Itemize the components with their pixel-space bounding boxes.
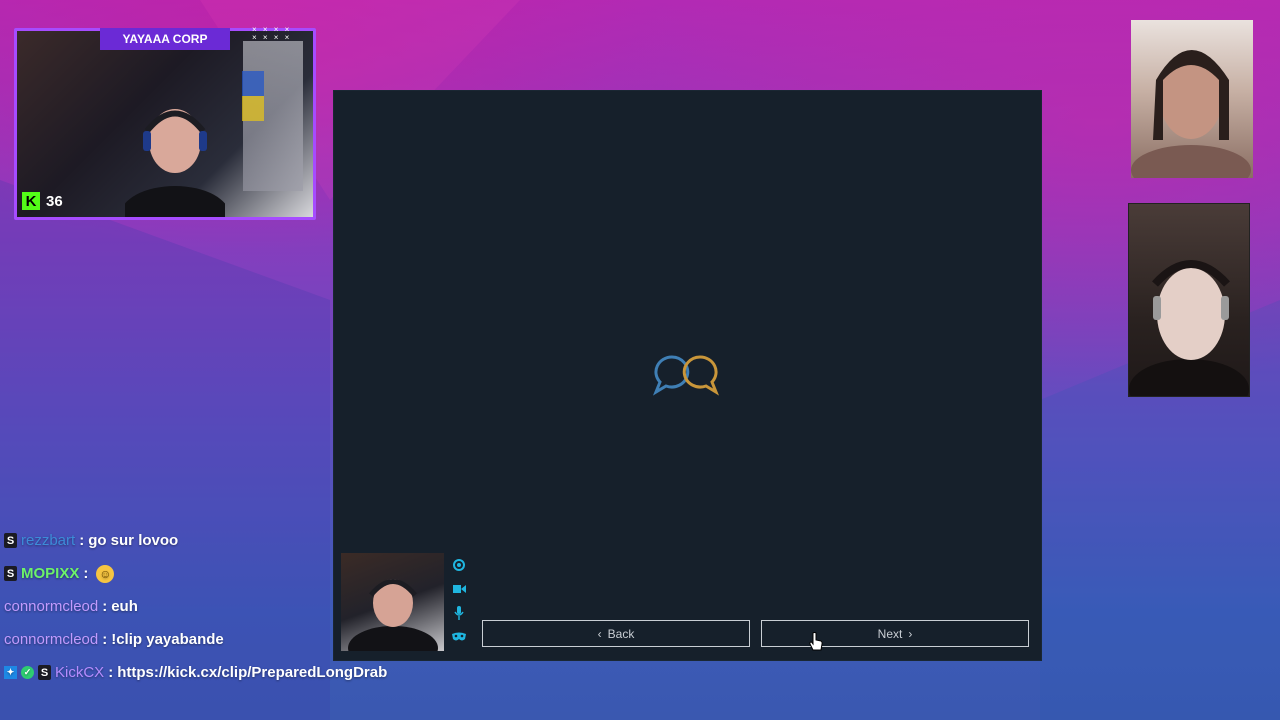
chat-message: ✦ ✓ S KickCX : https://kick.cx/clip/Prep… [4, 656, 387, 689]
woman-figure [1131, 50, 1251, 178]
chat-message: connormcleod : euh [4, 590, 387, 623]
video-tile-man [1128, 203, 1250, 397]
man-figure [1129, 260, 1249, 396]
chat-username: MOPIXX [21, 565, 80, 582]
chat-separator: : [79, 532, 85, 549]
video-chat-window: ‹ Back Next › [334, 91, 1041, 660]
kick-follower-badge: K 36 [22, 192, 63, 210]
back-label: Back [607, 626, 635, 641]
overlay-title: YAYAAA CORP [100, 28, 230, 50]
hand-cursor-icon [809, 632, 823, 651]
back-button[interactable]: ‹ Back [482, 620, 750, 647]
mask-icon[interactable] [451, 629, 467, 645]
next-button[interactable]: Next › [761, 620, 1029, 647]
streamer-figure [125, 109, 225, 217]
bot-tool-badge-icon: ✦ [4, 666, 17, 679]
chat-text: euh [111, 598, 138, 615]
chat-username: rezzbart [21, 532, 76, 549]
subscriber-badge-icon: S [4, 533, 17, 548]
chat-text: !clip yayabande [111, 631, 224, 648]
video-tile-woman [1131, 20, 1253, 178]
microphone-icon[interactable] [451, 605, 467, 621]
chat-separator: : [108, 664, 114, 681]
chat-username: KickCX [55, 664, 105, 681]
chat-overlay: S rezzbart : go sur lovoo S MOPIXX : ☺ c… [4, 524, 387, 689]
video-camera-icon[interactable] [451, 581, 467, 597]
kick-logo-icon: K [22, 192, 40, 210]
chat-separator: : [102, 631, 108, 648]
chevron-left-icon: ‹ [597, 626, 602, 641]
chat-message: connormcleod : !clip yayabande [4, 623, 387, 656]
chat-username: connormcleod [4, 631, 99, 648]
chat-separator: : [102, 598, 108, 615]
chat-text: go sur lovoo [88, 532, 179, 549]
chat-link[interactable]: https://kick.cx/clip/PreparedLongDrab [117, 664, 387, 681]
subscriber-badge-icon: S [38, 665, 51, 680]
chat-separator: : [83, 565, 89, 582]
switch-camera-icon[interactable] [451, 557, 467, 573]
overlay-decor-dots: × × × × × × × × [252, 25, 292, 42]
chat-message: S MOPIXX : ☺ [4, 557, 387, 590]
app-logo [650, 351, 726, 401]
next-label: Next [877, 626, 903, 641]
smiling-emoji-icon: ☺ [96, 564, 115, 583]
chat-username: connormcleod [4, 598, 99, 615]
verified-badge-icon: ✓ [21, 666, 34, 679]
camera-controls [451, 557, 467, 645]
wall-flag [242, 71, 264, 121]
chevron-right-icon: › [908, 626, 913, 641]
chat-message: S rezzbart : go sur lovoo [4, 524, 387, 557]
subscriber-badge-icon: S [4, 566, 17, 581]
speech-bubbles-logo-icon [652, 355, 720, 396]
kick-count: 36 [46, 192, 63, 210]
